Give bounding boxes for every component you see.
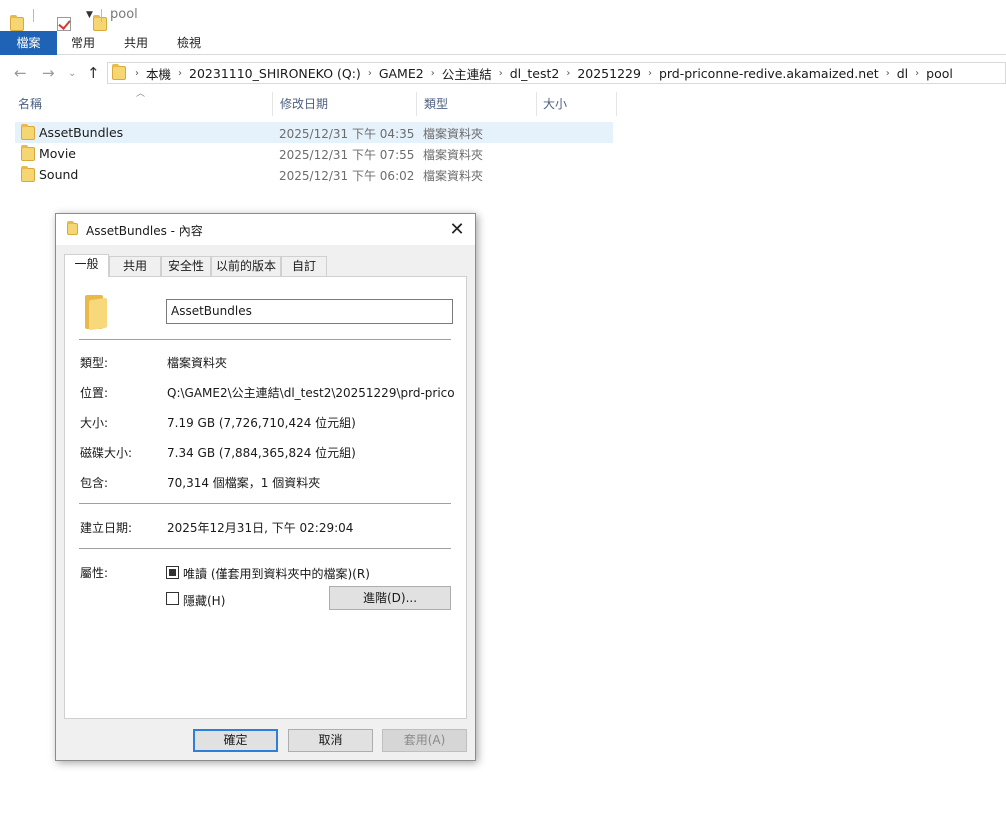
file-type: 檔案資料夾 bbox=[423, 148, 484, 162]
created-value: 2025年12月31日, 下午 02:29:04 bbox=[167, 521, 354, 535]
breadcrumb-pool[interactable]: pool bbox=[926, 66, 953, 81]
readonly-label[interactable]: 唯讀 (僅套用到資料夾中的檔案)(R) bbox=[183, 565, 370, 582]
file-name: Movie bbox=[39, 146, 76, 161]
breadcrumb-princess-connect[interactable]: 公主連結 bbox=[442, 64, 492, 83]
hidden-checkbox[interactable] bbox=[166, 592, 179, 605]
new-folder-icon[interactable] bbox=[93, 14, 107, 31]
quick-access-dropdown-icon[interactable]: ▼ bbox=[86, 10, 93, 20]
ok-button[interactable]: 確定 bbox=[193, 729, 278, 752]
chevron-right-icon[interactable]: › bbox=[368, 68, 372, 79]
column-header-type[interactable]: 類型 bbox=[424, 92, 536, 116]
address-bar[interactable]: › 本機 › 20231110_SHIRONEKO (Q:) › GAME2 ›… bbox=[107, 62, 1006, 84]
list-item[interactable]: AssetBundles 2025/12/31 下午 04:35 檔案資料夾 bbox=[15, 122, 613, 143]
file-date: 2025/12/31 下午 04:35 bbox=[279, 127, 415, 141]
tab-home[interactable]: 常用 bbox=[59, 31, 107, 55]
breadcrumb-host[interactable]: prd-priconne-redive.akamaized.net bbox=[659, 66, 879, 81]
ribbon: 檔案 常用 共用 檢視 bbox=[0, 31, 1006, 55]
column-header-date[interactable]: 修改日期 bbox=[280, 92, 416, 116]
breadcrumb-drive[interactable]: 20231110_SHIRONEKO (Q:) bbox=[189, 66, 361, 81]
up-arrow-icon[interactable]: ↑ bbox=[87, 64, 100, 82]
breadcrumb-20251229[interactable]: 20251229 bbox=[577, 66, 641, 81]
tab-sharing[interactable]: 共用 bbox=[109, 256, 161, 276]
tab-general[interactable]: 一般 bbox=[64, 254, 109, 277]
column-divider[interactable] bbox=[536, 92, 537, 116]
folder-icon bbox=[85, 295, 107, 331]
tab-security[interactable]: 安全性 bbox=[161, 256, 211, 276]
file-name: AssetBundles bbox=[39, 125, 124, 140]
breadcrumb-game2[interactable]: GAME2 bbox=[379, 66, 424, 81]
file-date: 2025/12/31 下午 07:55 bbox=[279, 148, 415, 162]
recent-locations-chevron-icon[interactable]: ⌄ bbox=[68, 68, 76, 79]
column-divider[interactable] bbox=[416, 92, 417, 116]
navigation-bar: ← → ⌄ ↑ › 本機 › 20231110_SHIRONEKO (Q:) ›… bbox=[0, 56, 1006, 90]
size-label: 大小: bbox=[80, 416, 109, 430]
attributes-label: 屬性: bbox=[80, 566, 109, 580]
file-date: 2025/12/31 下午 06:02 bbox=[279, 169, 415, 183]
folder-icon bbox=[21, 145, 35, 161]
location-label: 位置: bbox=[80, 386, 109, 400]
dialog-title-bar[interactable]: AssetBundles - 內容 ✕ bbox=[56, 214, 475, 245]
column-divider[interactable] bbox=[616, 92, 617, 116]
chevron-right-icon[interactable]: › bbox=[648, 68, 652, 79]
file-type: 檔案資料夾 bbox=[423, 169, 484, 183]
toolbar-separator bbox=[101, 9, 102, 22]
tab-share[interactable]: 共用 bbox=[112, 31, 160, 55]
tab-previous-versions[interactable]: 以前的版本 bbox=[211, 256, 281, 276]
contains-value: 70,314 個檔案，1 個資料夾 bbox=[167, 476, 321, 490]
chevron-right-icon[interactable]: › bbox=[566, 68, 570, 79]
title-bar: ▼ pool bbox=[0, 0, 1006, 31]
column-divider[interactable] bbox=[272, 92, 273, 116]
divider bbox=[79, 503, 451, 504]
column-header-name[interactable]: 名稱 bbox=[18, 92, 272, 116]
folder-icon bbox=[112, 64, 126, 80]
chevron-right-icon[interactable]: › bbox=[886, 68, 890, 79]
apply-button[interactable]: 套用(A) bbox=[382, 729, 467, 752]
chevron-right-icon[interactable]: › bbox=[135, 68, 139, 79]
toolbar-separator bbox=[33, 9, 34, 22]
file-type: 檔案資料夾 bbox=[423, 127, 484, 141]
folder-icon bbox=[67, 221, 78, 235]
column-header-size[interactable]: 大小 bbox=[543, 92, 615, 116]
properties-check-icon[interactable] bbox=[57, 16, 71, 31]
folder-icon bbox=[10, 14, 24, 31]
chevron-right-icon[interactable]: › bbox=[431, 68, 435, 79]
folder-name-input[interactable]: AssetBundles bbox=[166, 299, 453, 324]
properties-dialog: AssetBundles - 內容 ✕ 一般 共用 安全性 以前的版本 自訂 A… bbox=[55, 213, 476, 761]
chevron-right-icon[interactable]: › bbox=[499, 68, 503, 79]
divider bbox=[79, 548, 451, 549]
window-title: pool bbox=[110, 7, 138, 22]
hidden-label[interactable]: 隱藏(H) bbox=[183, 592, 225, 609]
location-value[interactable]: Q:\GAME2\公主連結\dl_test2\20251229\prd-pric… bbox=[167, 384, 455, 401]
type-label: 類型: bbox=[80, 356, 109, 370]
advanced-button[interactable]: 進階(D)... bbox=[329, 586, 451, 610]
breadcrumb-dl[interactable]: dl bbox=[897, 66, 908, 81]
tab-file[interactable]: 檔案 bbox=[0, 31, 57, 55]
size-value: 7.19 GB (7,726,710,424 位元組) bbox=[167, 416, 356, 430]
created-label: 建立日期: bbox=[80, 521, 133, 535]
tab-view[interactable]: 檢視 bbox=[165, 31, 213, 55]
breadcrumb-dl-test2[interactable]: dl_test2 bbox=[510, 66, 560, 81]
contains-label: 包含: bbox=[80, 476, 109, 490]
folder-icon bbox=[21, 124, 35, 140]
close-icon[interactable]: ✕ bbox=[447, 219, 467, 240]
folder-icon bbox=[21, 166, 35, 182]
chevron-right-icon[interactable]: › bbox=[178, 68, 182, 79]
chevron-right-icon[interactable]: › bbox=[915, 68, 919, 79]
back-arrow-icon[interactable]: ← bbox=[14, 64, 27, 82]
tab-customize[interactable]: 自訂 bbox=[281, 256, 327, 276]
file-name: Sound bbox=[39, 167, 79, 182]
general-panel: AssetBundles 類型: 檔案資料夾 位置: Q:\GAME2\公主連結… bbox=[64, 276, 467, 719]
disk-size-value: 7.34 GB (7,884,365,824 位元組) bbox=[167, 446, 356, 460]
breadcrumb-this-pc[interactable]: 本機 bbox=[146, 64, 171, 83]
list-item[interactable]: Movie 2025/12/31 下午 07:55 檔案資料夾 bbox=[15, 143, 613, 164]
dialog-title: AssetBundles - 內容 bbox=[86, 224, 203, 238]
readonly-checkbox[interactable] bbox=[166, 566, 179, 579]
divider bbox=[79, 339, 451, 340]
list-item[interactable]: Sound 2025/12/31 下午 06:02 檔案資料夾 bbox=[15, 164, 613, 185]
type-value: 檔案資料夾 bbox=[167, 356, 228, 370]
forward-arrow-icon[interactable]: → bbox=[42, 64, 55, 82]
disk-size-label: 磁碟大小: bbox=[80, 446, 133, 460]
cancel-button[interactable]: 取消 bbox=[288, 729, 373, 752]
